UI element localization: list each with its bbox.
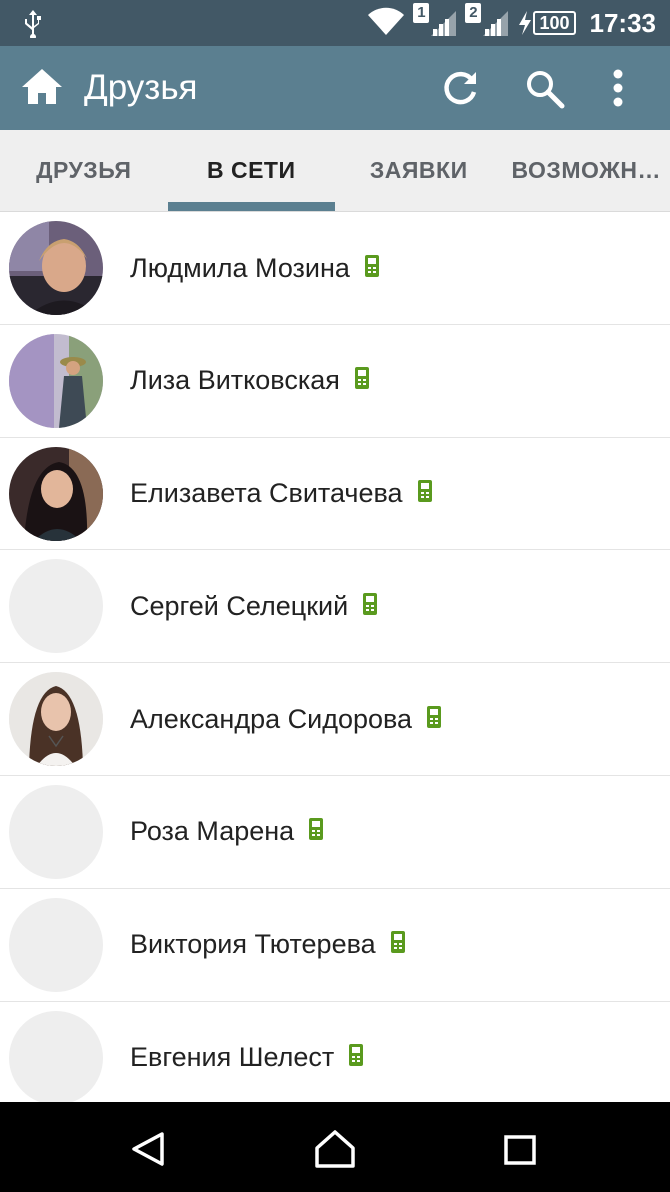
- search-icon[interactable]: [524, 68, 566, 115]
- battery-level: 100: [533, 11, 576, 35]
- page-title: Друзья: [84, 68, 198, 107]
- friend-name: Роза Марена: [130, 816, 295, 847]
- mobile-online-icon: [390, 930, 406, 959]
- list-item[interactable]: Роза Марена: [0, 775, 670, 889]
- friend-name: Евгения Шелест: [130, 1042, 335, 1073]
- more-vert-icon[interactable]: [612, 68, 624, 113]
- app-bar: Друзья: [0, 46, 670, 130]
- tab-friends[interactable]: ДРУЗЬЯ: [0, 130, 168, 211]
- wifi-icon: [367, 6, 405, 41]
- sim1-label: 1: [413, 3, 430, 23]
- signal-icon: [483, 11, 509, 36]
- battery-icon: 100: [517, 10, 576, 36]
- list-item[interactable]: Лиза Витковская: [0, 324, 670, 438]
- signal-icon: [431, 11, 457, 36]
- friend-name: Сергей Селецкий: [130, 590, 349, 621]
- tab-online[interactable]: В СЕТИ: [167, 130, 336, 211]
- avatar-placeholder[interactable]: [9, 897, 103, 992]
- refresh-icon[interactable]: [440, 68, 480, 113]
- navigation-bar: [0, 1102, 670, 1192]
- avatar[interactable]: [9, 221, 103, 315]
- list-item[interactable]: Евгения Шелест: [0, 1001, 670, 1115]
- tab-suggestions[interactable]: ВОЗМОЖН…: [503, 130, 670, 211]
- list-item[interactable]: Александра Сидорова: [0, 663, 670, 776]
- usb-icon: [20, 8, 46, 43]
- home-icon[interactable]: [20, 66, 64, 111]
- list-item[interactable]: Людмила Мозина: [0, 212, 670, 325]
- mobile-online-icon: [362, 592, 378, 621]
- avatar-placeholder[interactable]: [9, 559, 103, 654]
- sim2-signal: 2: [465, 3, 509, 37]
- friend-name: Елизавета Свитачева: [130, 478, 403, 509]
- friend-name: Людмила Мозина: [130, 252, 350, 283]
- home-nav-icon[interactable]: [314, 1129, 356, 1174]
- mobile-online-icon: [354, 366, 370, 395]
- mobile-online-icon: [417, 479, 433, 508]
- status-bar: 1 2 100 17:33: [0, 0, 670, 46]
- avatar[interactable]: [9, 333, 103, 428]
- mobile-online-icon: [426, 705, 442, 734]
- back-icon[interactable]: [130, 1131, 166, 1172]
- friend-name: Виктория Тютерева: [130, 929, 376, 960]
- mobile-online-icon: [308, 817, 324, 846]
- list-item[interactable]: Елизавета Свитачева: [0, 437, 670, 551]
- tab-bar: ДРУЗЬЯ В СЕТИ ЗАЯВКИ ВОЗМОЖН…: [0, 130, 670, 212]
- mobile-online-icon: [364, 254, 380, 283]
- avatar[interactable]: [9, 672, 103, 767]
- list-item[interactable]: Виктория Тютерева: [0, 888, 670, 1002]
- list-item[interactable]: Сергей Селецкий: [0, 550, 670, 664]
- avatar-placeholder[interactable]: [9, 784, 103, 879]
- friend-name: Александра Сидорова: [130, 703, 413, 734]
- avatar[interactable]: [9, 446, 103, 541]
- recents-icon[interactable]: [504, 1135, 536, 1170]
- avatar-placeholder[interactable]: [9, 1010, 103, 1105]
- tab-requests[interactable]: ЗАЯВКИ: [335, 130, 503, 211]
- charging-icon: [519, 11, 532, 35]
- sim1-signal: 1: [413, 3, 457, 37]
- mobile-online-icon: [348, 1043, 364, 1072]
- friend-name: Лиза Витковская: [130, 365, 340, 396]
- friends-list: Людмила Мозина Лиза Витковская Елизавета…: [0, 212, 670, 1115]
- clock: 17:33: [589, 7, 657, 38]
- sim2-label: 2: [465, 3, 482, 23]
